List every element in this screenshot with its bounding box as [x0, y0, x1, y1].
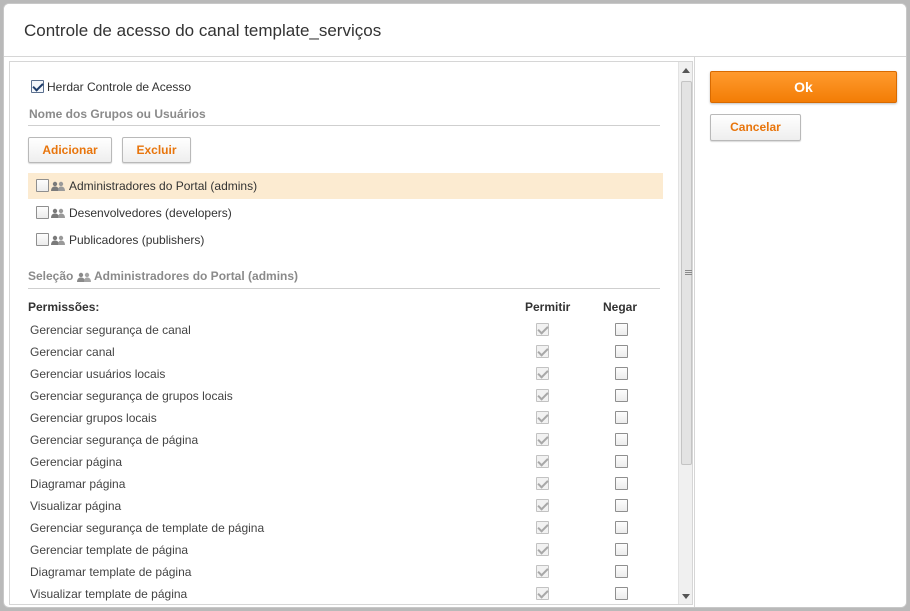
allow-checkbox	[536, 345, 549, 358]
ok-button[interactable]: Ok	[710, 71, 897, 103]
allow-checkbox	[536, 565, 549, 578]
permissions-heading: Permissões:	[28, 300, 100, 314]
allow-checkbox	[536, 367, 549, 380]
group-checkbox[interactable]	[36, 206, 49, 219]
inherit-access-checkbox[interactable]	[31, 80, 44, 93]
selection-divider	[28, 288, 660, 289]
users-icon	[77, 272, 91, 282]
grip-line	[685, 274, 692, 275]
deny-checkbox[interactable]	[615, 345, 628, 358]
group-item-publishers[interactable]: Publicadores (publishers)	[28, 227, 663, 253]
permission-label: Visualizar template de página	[30, 587, 188, 601]
grip-line	[685, 270, 692, 271]
permission-label: Gerenciar segurança de grupos locais	[30, 389, 233, 403]
allow-checkbox	[536, 389, 549, 402]
deny-checkbox[interactable]	[615, 389, 628, 402]
deny-checkbox[interactable]	[615, 323, 628, 336]
deny-checkbox[interactable]	[615, 477, 628, 490]
deny-checkbox[interactable]	[615, 411, 628, 424]
vertical-scrollbar[interactable]	[678, 62, 692, 604]
deny-checkbox[interactable]	[615, 543, 628, 556]
allow-checkbox	[536, 499, 549, 512]
inherit-access-label: Herdar Controle de Acesso	[47, 80, 192, 94]
allow-checkbox	[536, 543, 549, 556]
allow-checkbox	[536, 477, 549, 490]
permission-label: Gerenciar grupos locais	[30, 411, 157, 425]
scroll-thumb[interactable]	[681, 81, 692, 465]
allow-checkbox	[536, 521, 549, 534]
group-label: Publicadores (publishers)	[69, 233, 205, 247]
users-icon	[51, 181, 65, 191]
deny-checkbox[interactable]	[615, 499, 628, 512]
users-icon	[51, 235, 65, 245]
group-checkbox[interactable]	[36, 179, 49, 192]
deny-checkbox[interactable]	[615, 565, 628, 578]
deny-checkbox[interactable]	[615, 455, 628, 468]
access-control-panel: Herdar Controle de Acesso Nome dos Grupo…	[9, 61, 693, 605]
permission-label: Gerenciar usuários locais	[30, 367, 166, 381]
dialog-header: Controle de acesso do canal template_ser…	[4, 4, 906, 57]
group-label: Desenvolvedores (developers)	[69, 206, 232, 220]
group-label: Administradores do Portal (admins)	[69, 179, 258, 193]
actions-panel: Ok Cancelar	[694, 57, 906, 607]
allow-column-header: Permitir	[525, 300, 571, 314]
dialog-title: Controle de acesso do canal template_ser…	[24, 21, 382, 40]
deny-checkbox[interactable]	[615, 433, 628, 446]
scroll-down-icon[interactable]	[682, 594, 690, 599]
permission-label: Diagramar template de página	[30, 565, 192, 579]
deny-checkbox[interactable]	[615, 367, 628, 380]
scroll-up-icon[interactable]	[682, 68, 690, 73]
cancel-button[interactable]: Cancelar	[710, 114, 801, 141]
allow-checkbox	[536, 433, 549, 446]
allow-checkbox	[536, 455, 549, 468]
allow-checkbox	[536, 411, 549, 424]
scroll-content: Herdar Controle de Acesso Nome dos Grupo…	[10, 62, 678, 604]
permission-label: Gerenciar segurança de canal	[30, 323, 191, 337]
delete-button[interactable]: Excluir	[122, 137, 191, 163]
users-icon	[51, 208, 65, 218]
deny-checkbox[interactable]	[615, 587, 628, 600]
permission-label: Visualizar página	[30, 499, 122, 513]
permission-label: Gerenciar canal	[30, 345, 115, 359]
selection-prefix: Seleção	[28, 269, 74, 283]
group-checkbox[interactable]	[36, 233, 49, 246]
permission-label: Gerenciar segurança de página	[30, 433, 199, 447]
allow-checkbox	[536, 587, 549, 600]
groups-divider	[28, 125, 660, 126]
add-button[interactable]: Adicionar	[28, 137, 112, 163]
groups-section-heading: Nome dos Grupos ou Usuários	[29, 107, 206, 121]
permission-label: Gerenciar template de página	[30, 543, 189, 557]
permission-label: Diagramar página	[30, 477, 126, 491]
permission-label: Gerenciar segurança de template de págin…	[30, 521, 265, 535]
access-control-dialog: Controle de acesso do canal template_ser…	[3, 3, 907, 608]
deny-column-header: Negar	[603, 300, 638, 314]
allow-checkbox	[536, 323, 549, 336]
selection-value: Administradores do Portal (admins)	[94, 269, 299, 283]
permission-label: Gerenciar página	[30, 455, 123, 469]
deny-checkbox[interactable]	[615, 521, 628, 534]
grip-line	[685, 272, 692, 273]
group-item-admins[interactable]: Administradores do Portal (admins)	[28, 173, 663, 199]
group-item-developers[interactable]: Desenvolvedores (developers)	[28, 200, 663, 226]
